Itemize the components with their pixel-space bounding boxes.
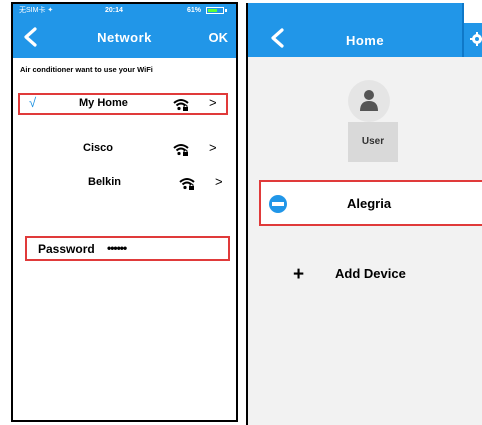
navbar-top-strip — [248, 3, 462, 23]
wifi-lock-icon — [173, 99, 189, 111]
battery-percent: 61% — [187, 7, 202, 14]
ok-button[interactable]: OK — [209, 30, 229, 45]
user-icon — [360, 90, 378, 111]
wifi-ssid: Belkin — [88, 176, 122, 188]
wifi-item-belkin[interactable]: Belkin > — [13, 172, 236, 194]
plus-icon: + — [293, 264, 305, 285]
wifi-lock-icon — [173, 144, 189, 156]
page-title: Network — [97, 30, 152, 45]
status-bar: 无SIM卡 ✦ 20:14 61% — [13, 4, 236, 18]
wifi-ssid: Cisco — [83, 142, 113, 154]
navbar-divider — [462, 3, 464, 57]
chevron-right-icon: > — [209, 140, 217, 155]
wifi-prompt: Air conditioner want to use your WiFi — [20, 65, 153, 74]
minus-circle-icon[interactable] — [269, 195, 287, 213]
password-field[interactable]: Password •••••• — [25, 236, 230, 261]
device-name: Alegria — [347, 196, 392, 211]
password-label: Password — [38, 242, 95, 256]
gear-icon[interactable] — [470, 32, 482, 46]
home-navbar: Home — [248, 3, 482, 57]
wifi-lock-icon — [179, 178, 195, 190]
check-icon: √ — [29, 95, 37, 110]
network-screen: 无SIM卡 ✦ 20:14 61% Network OK Air conditi… — [11, 2, 238, 422]
battery-tip — [225, 9, 227, 12]
navbar-corner — [462, 3, 482, 23]
chevron-right-icon: > — [209, 95, 217, 110]
add-device-label: Add Device — [335, 266, 406, 281]
user-tile[interactable]: User — [348, 122, 398, 162]
wifi-item-my-home[interactable]: √ My Home > — [13, 93, 236, 115]
user-label: User — [361, 136, 385, 147]
battery-icon — [206, 7, 224, 14]
device-item-alegria[interactable]: Alegria — [259, 180, 482, 226]
home-screen: Home User Alegria + Add Device — [246, 3, 482, 425]
chevron-right-icon: > — [215, 174, 223, 189]
page-title: Home — [345, 33, 385, 48]
avatar[interactable] — [348, 80, 390, 122]
network-navbar: Network OK — [13, 18, 236, 58]
clock-text: 20:14 — [105, 7, 123, 14]
add-device-button[interactable]: + Add Device — [293, 264, 473, 288]
wifi-ssid: My Home — [79, 97, 128, 109]
wifi-item-cisco[interactable]: Cisco > — [13, 138, 236, 160]
carrier-text: 无SIM卡 ✦ — [19, 7, 54, 14]
password-value: •••••• — [107, 241, 127, 255]
